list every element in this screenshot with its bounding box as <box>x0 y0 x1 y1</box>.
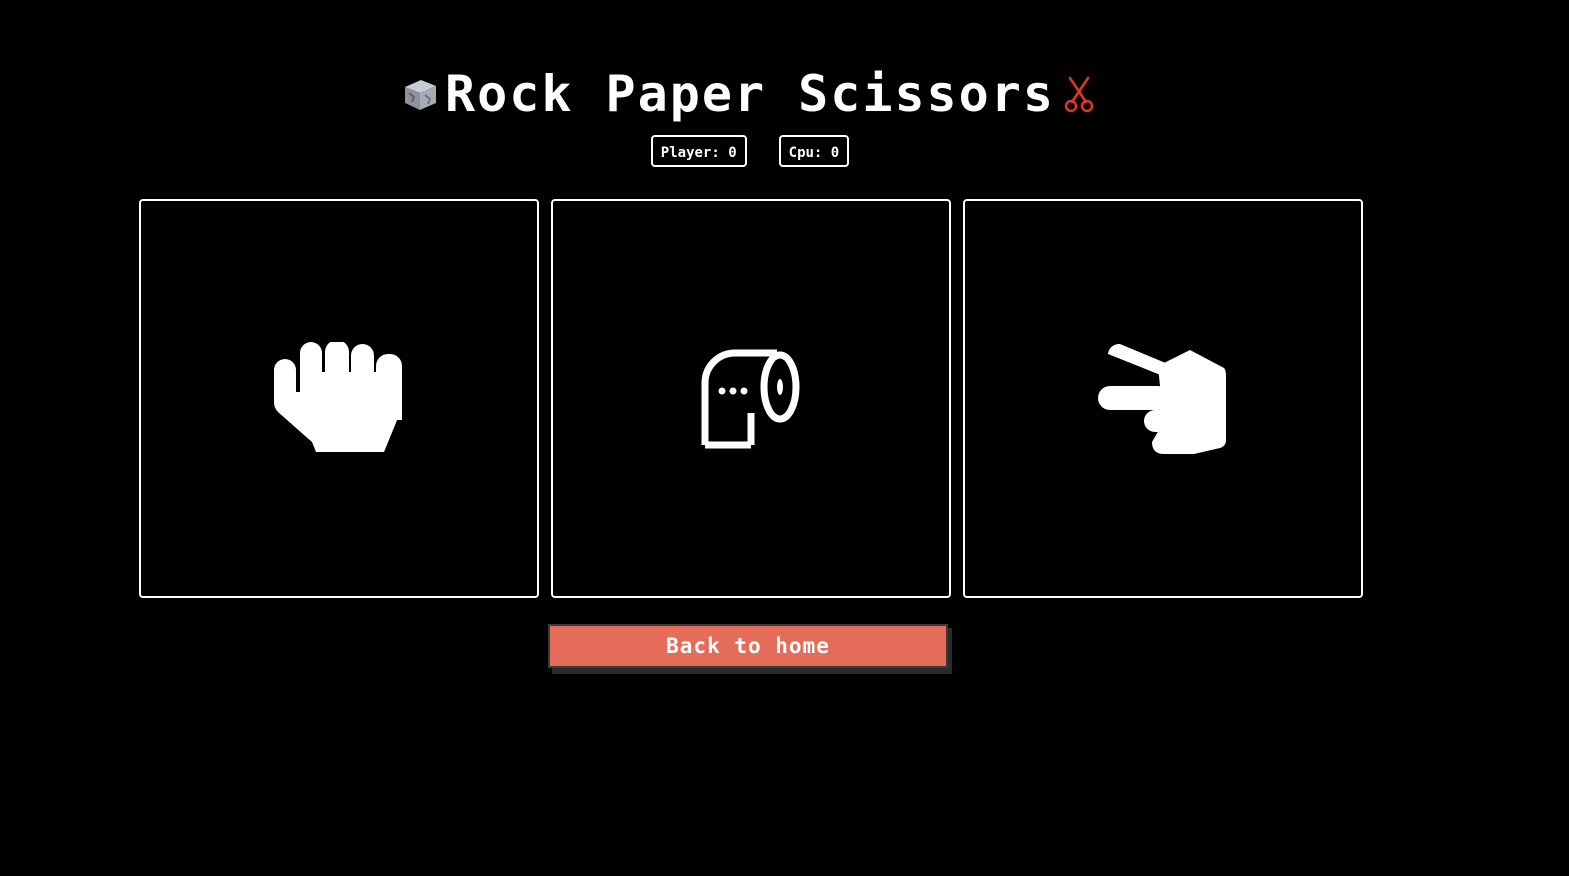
scissors-hand-icon <box>1098 343 1226 454</box>
paper-choice-button[interactable] <box>551 199 951 598</box>
scoreboard: Player: 0 Cpu: 0 <box>0 135 1500 167</box>
player-score: Player: 0 <box>650 135 747 167</box>
scissors-choice-button[interactable] <box>963 199 1363 598</box>
game-screen: Rock Paper Scissors Player: 0 Cpu: 0 Bac… <box>0 0 1569 876</box>
toilet-paper-icon <box>701 349 800 448</box>
fist-icon <box>274 341 402 452</box>
cpu-score: Cpu: 0 <box>778 135 850 167</box>
choice-cards <box>139 199 1363 598</box>
scissors-icon <box>1061 75 1099 113</box>
back-to-home-button[interactable]: Back to home <box>548 624 948 668</box>
title-row: Rock Paper Scissors <box>0 66 1500 122</box>
rock-cube-icon <box>401 75 439 113</box>
page-title: Rock Paper Scissors <box>445 65 1055 123</box>
rock-choice-button[interactable] <box>139 199 539 598</box>
back-button-wrapper: Back to home <box>548 624 952 674</box>
